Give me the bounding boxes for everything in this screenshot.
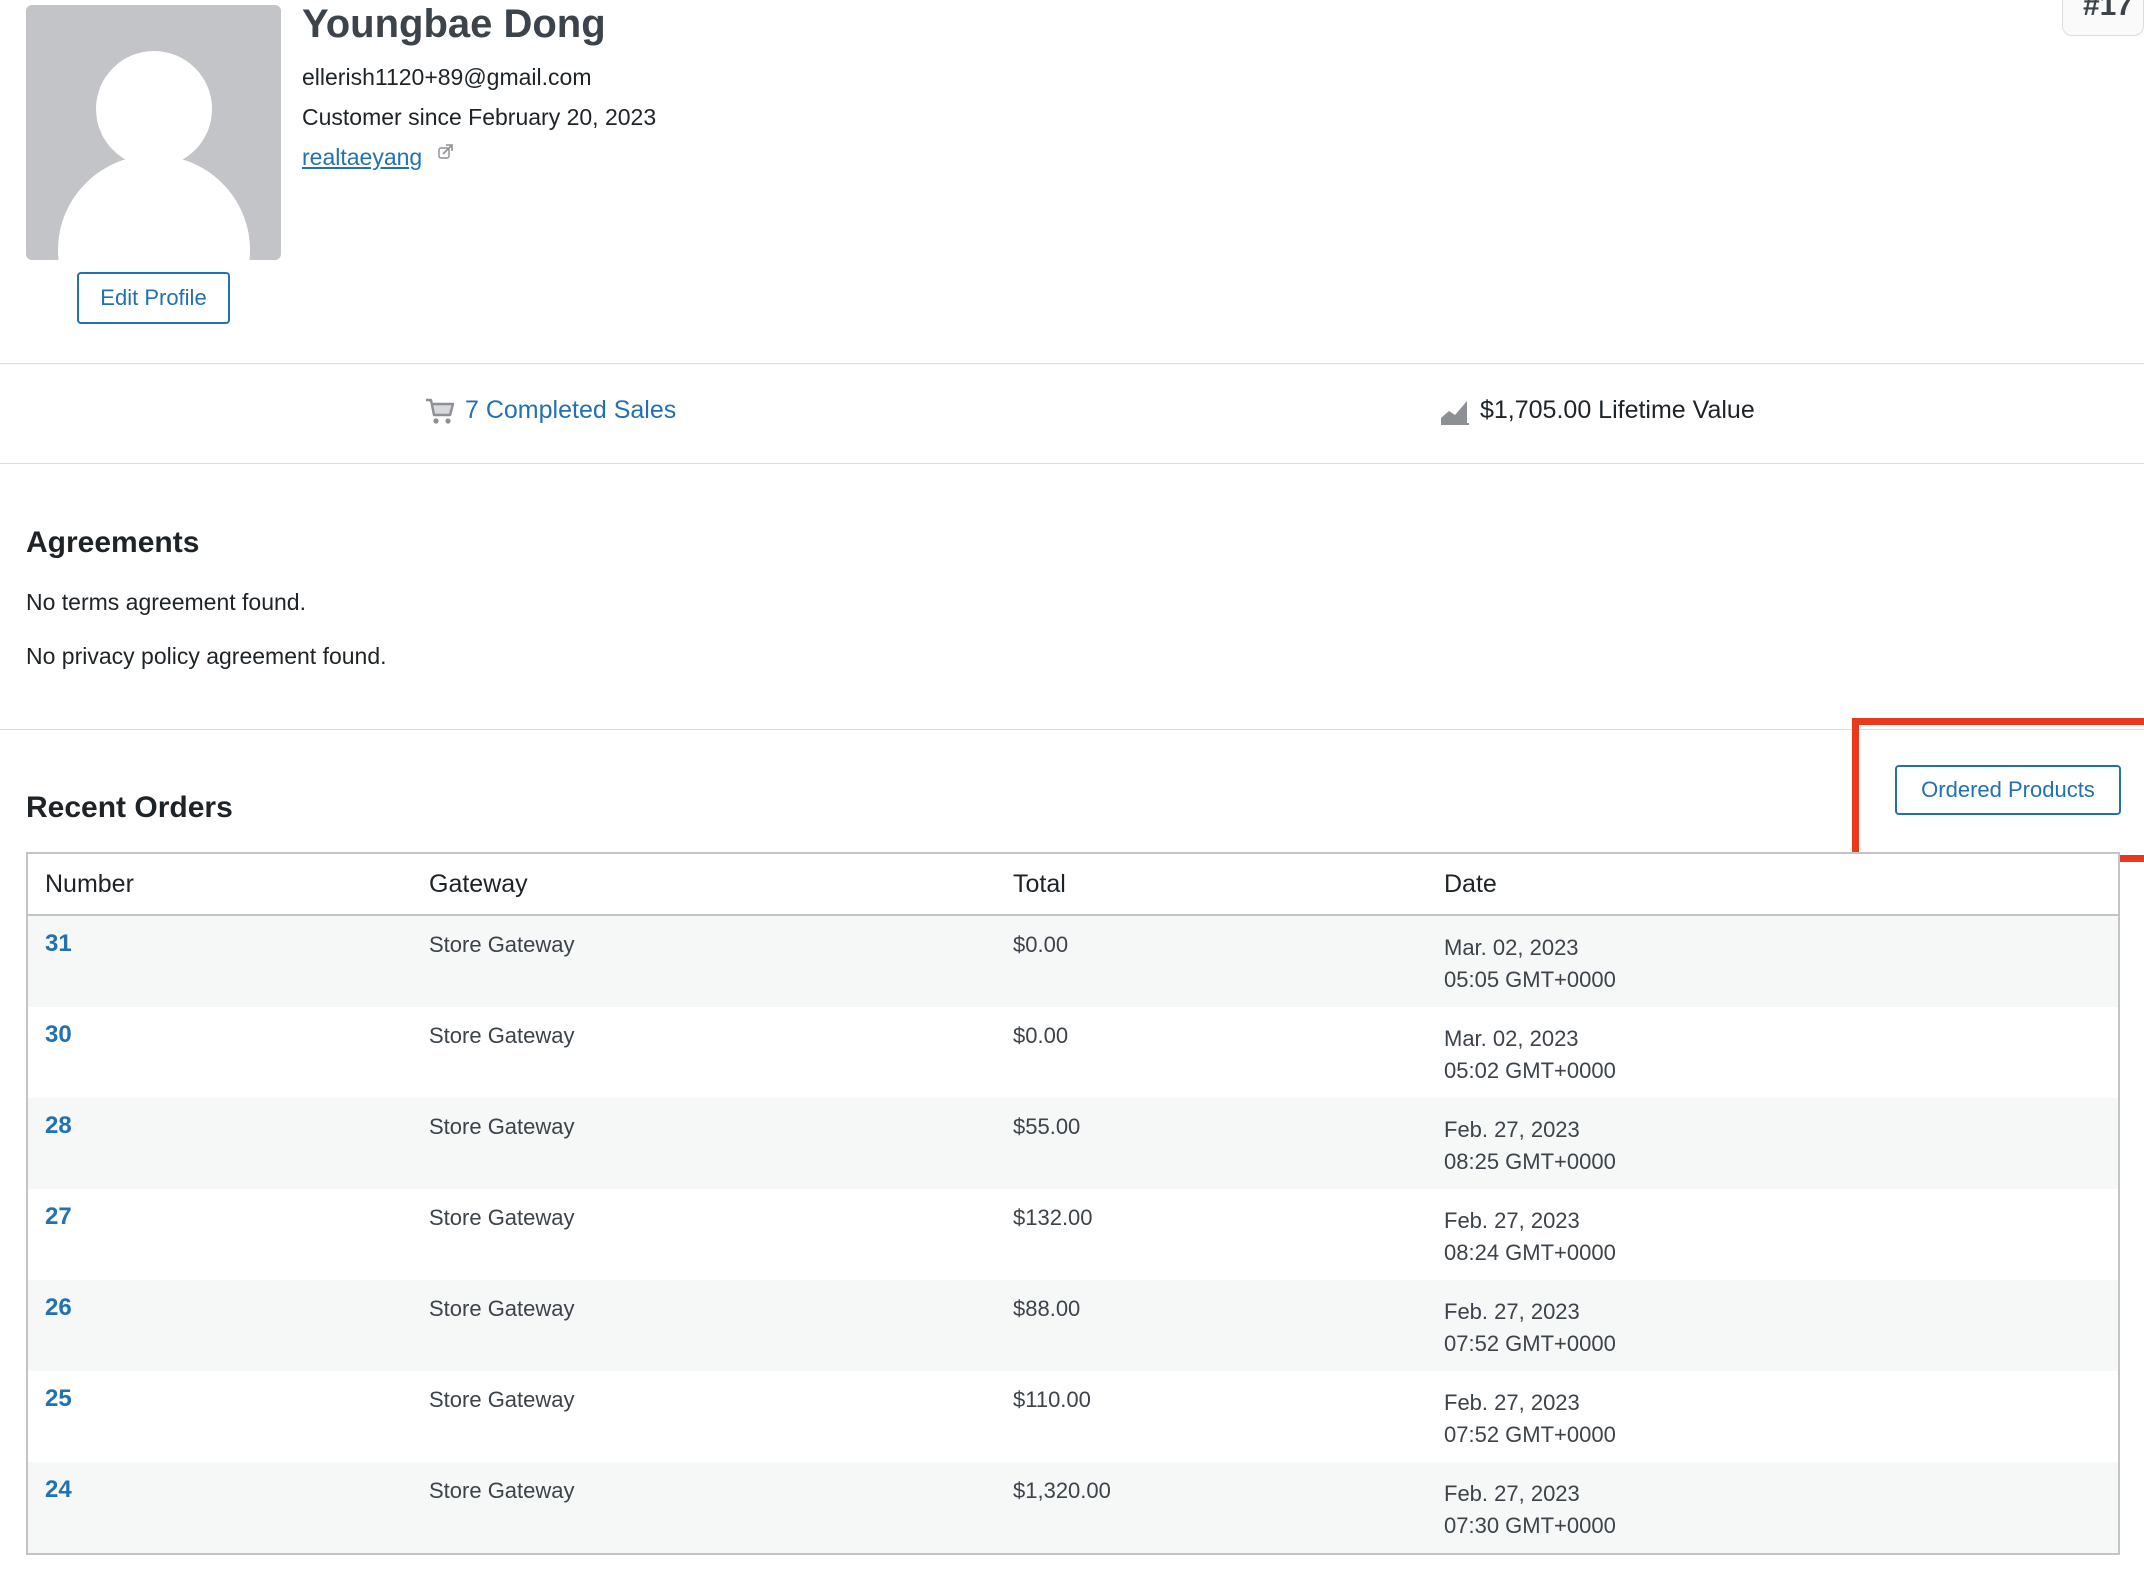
column-header-gateway[interactable]: Gateway (412, 853, 996, 916)
order-gateway: Store Gateway (412, 1371, 996, 1462)
edit-profile-button[interactable]: Edit Profile (77, 272, 230, 324)
terms-agreement-text: No terms agreement found. (26, 589, 306, 615)
order-gateway: Store Gateway (412, 1280, 996, 1371)
order-date: Mar. 02, 2023 05:05 GMT+0000 (1427, 915, 2119, 1007)
order-total: $0.00 (996, 915, 1427, 1007)
table-row: 30 Store Gateway $0.00 Mar. 02, 2023 05:0… (27, 1007, 2119, 1098)
order-date-time: 07:52 GMT+0000 (1444, 1331, 1616, 1356)
order-date: Feb. 27, 2023 08:25 GMT+0000 (1427, 1098, 2119, 1189)
order-gateway: Store Gateway (412, 1007, 996, 1098)
customer-email: ellerish1120+89@gmail.com (302, 64, 592, 90)
order-total: $110.00 (996, 1371, 1427, 1462)
order-gateway: Store Gateway (412, 1189, 996, 1280)
order-date-day: Mar. 02, 2023 (1444, 935, 1579, 960)
order-date-time: 08:25 GMT+0000 (1444, 1149, 1616, 1174)
order-date-day: Feb. 27, 2023 (1444, 1117, 1580, 1142)
order-date-day: Feb. 27, 2023 (1444, 1208, 1580, 1233)
order-total: $88.00 (996, 1280, 1427, 1371)
order-date: Feb. 27, 2023 07:52 GMT+0000 (1427, 1371, 2119, 1462)
privacy-agreement-text: No privacy policy agreement found. (26, 643, 387, 669)
order-date-day: Feb. 27, 2023 (1444, 1299, 1580, 1324)
column-header-total[interactable]: Total (996, 853, 1427, 916)
order-date-time: 08:24 GMT+0000 (1444, 1240, 1616, 1265)
orders-table: Number Gateway Total Date 31 Store Gatew… (26, 852, 2120, 1555)
table-row: 27 Store Gateway $132.00 Feb. 27, 2023 08… (27, 1189, 2119, 1280)
order-total: $132.00 (996, 1189, 1427, 1280)
ordered-products-button[interactable]: Ordered Products (1895, 765, 2121, 815)
order-gateway: Store Gateway (412, 1098, 996, 1189)
customer-id-badge: #17 (2062, 0, 2144, 36)
order-total: $55.00 (996, 1098, 1427, 1189)
customer-since: Customer since February 20, 2023 (302, 104, 657, 130)
order-number-link[interactable]: 25 (45, 1385, 72, 1412)
order-date: Feb. 27, 2023 07:52 GMT+0000 (1427, 1280, 2119, 1371)
order-date-day: Mar. 02, 2023 (1444, 1026, 1579, 1051)
order-gateway: Store Gateway (412, 1462, 996, 1554)
divider (0, 363, 2144, 364)
column-header-number[interactable]: Number (27, 853, 412, 916)
order-total: $1,320.00 (996, 1462, 1427, 1554)
order-number-link[interactable]: 28 (45, 1112, 72, 1139)
order-date-time: 07:52 GMT+0000 (1444, 1422, 1616, 1447)
external-link-icon[interactable] (436, 141, 456, 161)
order-number-link[interactable]: 24 (45, 1476, 72, 1503)
order-date-day: Feb. 27, 2023 (1444, 1390, 1580, 1415)
order-date: Mar. 02, 2023 05:02 GMT+0000 (1427, 1007, 2119, 1098)
table-row: 25 Store Gateway $110.00 Feb. 27, 2023 07… (27, 1371, 2119, 1462)
completed-sales-link[interactable]: 7 Completed Sales (465, 396, 676, 425)
completed-sales-stat[interactable]: 7 Completed Sales (425, 396, 676, 425)
recent-orders-title: Recent Orders (26, 791, 233, 824)
table-header-row: Number Gateway Total Date (27, 853, 2119, 916)
order-number-link[interactable]: 26 (45, 1294, 72, 1321)
column-header-date[interactable]: Date (1427, 853, 2119, 916)
lifetime-value-stat: $1,705.00 Lifetime Value (1440, 396, 1755, 425)
order-number-link[interactable]: 30 (45, 1021, 72, 1048)
agreements-title: Agreements (26, 526, 200, 559)
avatar (26, 5, 281, 260)
table-row: 24 Store Gateway $1,320.00 Feb. 27, 2023… (27, 1462, 2119, 1554)
order-date-time: 07:30 GMT+0000 (1444, 1513, 1616, 1538)
table-row: 31 Store Gateway $0.00 Mar. 02, 2023 05:0… (27, 915, 2119, 1007)
order-date: Feb. 27, 2023 08:24 GMT+0000 (1427, 1189, 2119, 1280)
order-date-day: Feb. 27, 2023 (1444, 1481, 1580, 1506)
divider (0, 729, 2144, 730)
avatar-head-shape (96, 51, 212, 167)
order-date-time: 05:05 GMT+0000 (1444, 967, 1616, 992)
username-link[interactable]: realtaeyang (302, 144, 422, 171)
order-gateway: Store Gateway (412, 915, 996, 1007)
cart-icon (425, 397, 455, 425)
order-date: Feb. 27, 2023 07:30 GMT+0000 (1427, 1462, 2119, 1554)
order-date-time: 05:02 GMT+0000 (1444, 1058, 1616, 1083)
order-number-link[interactable]: 31 (45, 930, 72, 957)
table-row: 26 Store Gateway $88.00 Feb. 27, 2023 07:… (27, 1280, 2119, 1371)
divider (0, 463, 2144, 464)
order-number-link[interactable]: 27 (45, 1203, 72, 1230)
avatar-body-shape (58, 155, 250, 260)
chart-icon (1440, 397, 1470, 425)
table-row: 28 Store Gateway $55.00 Feb. 27, 2023 08:… (27, 1098, 2119, 1189)
order-total: $0.00 (996, 1007, 1427, 1098)
username-row: realtaeyang (302, 141, 456, 171)
lifetime-value-text: $1,705.00 Lifetime Value (1480, 396, 1755, 424)
customer-name: Youngbae Dong (302, 2, 606, 46)
